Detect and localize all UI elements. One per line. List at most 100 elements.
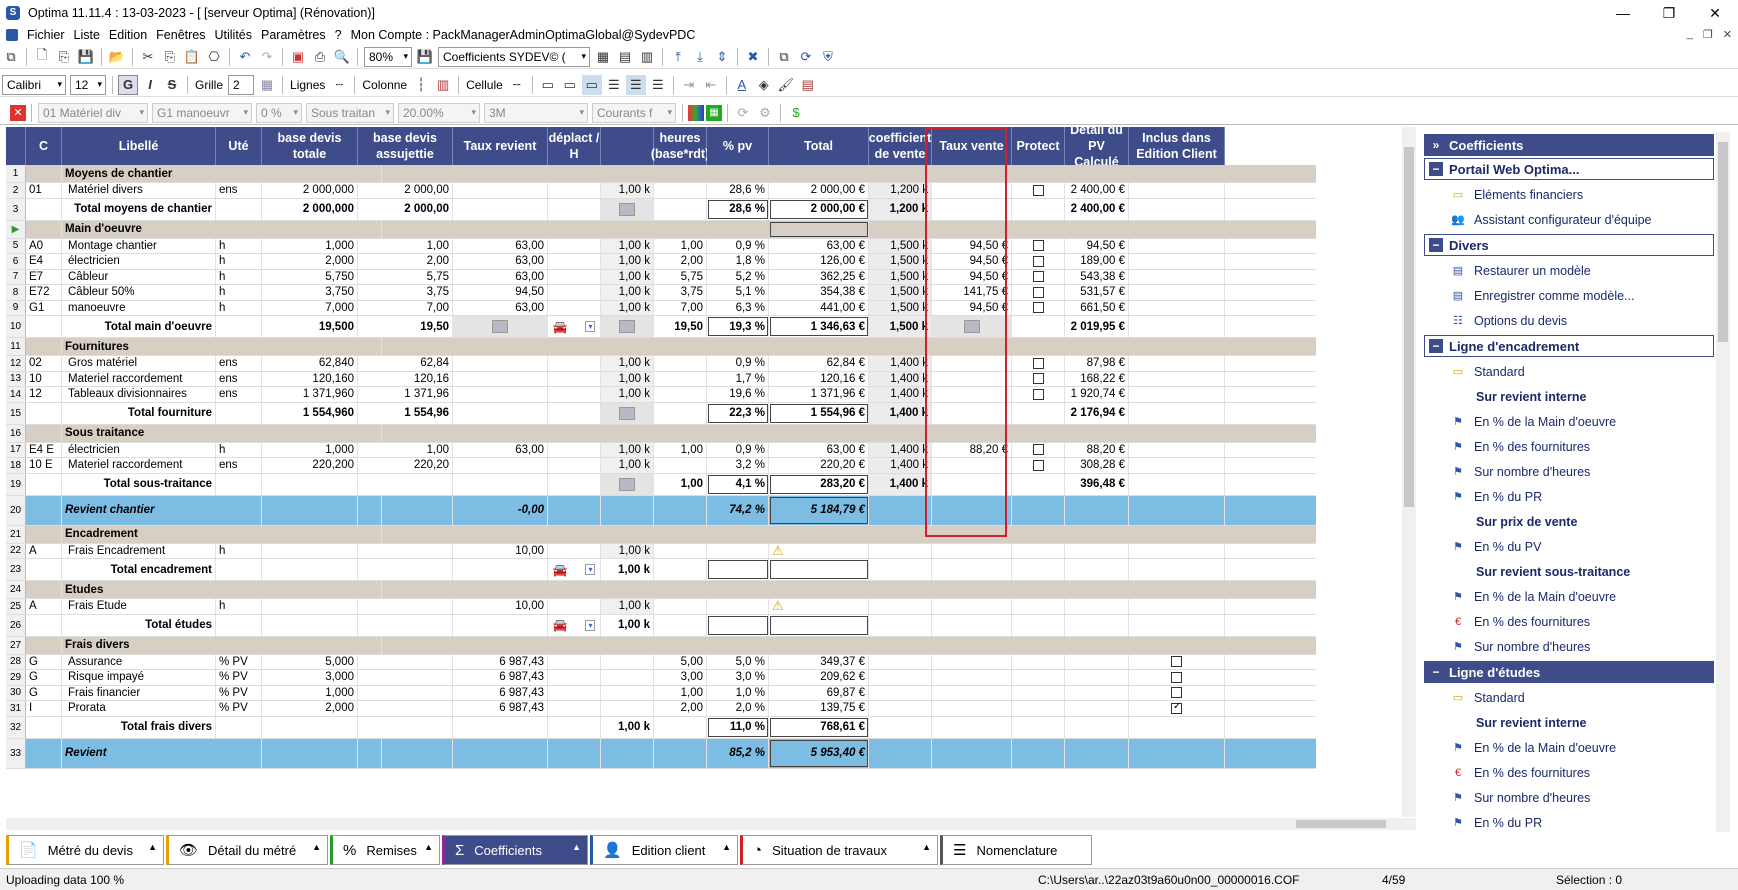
heures-cell[interactable] (654, 183, 707, 198)
tab-expand-icon[interactable]: ▲ (424, 842, 433, 852)
unit-cell[interactable]: % PV (216, 654, 262, 669)
heures-cell[interactable] (654, 614, 707, 636)
print-preview-icon[interactable]: 🔍 (332, 47, 352, 67)
panel-item[interactable]: ⚑ Sur nombre d'heures (1424, 785, 1714, 810)
taux-vente-cell[interactable] (932, 614, 1012, 636)
unit-cell[interactable]: ens (216, 371, 262, 386)
code-cell[interactable]: 02 (26, 356, 62, 371)
percent-pv-cell[interactable] (707, 599, 769, 614)
inclus-cell[interactable] (1129, 356, 1225, 371)
layout1-icon[interactable]: ▦ (593, 47, 613, 67)
k-cell[interactable] (601, 738, 654, 768)
car-icon[interactable]: 🚘 (553, 320, 568, 334)
windows-icon[interactable]: ⧉ (1, 47, 21, 67)
coefficient-cell[interactable]: 1,200 k (869, 198, 932, 220)
protect-cell[interactable] (1012, 670, 1065, 685)
heures-cell[interactable] (654, 371, 707, 386)
align-right-icon[interactable]: ☰ (648, 75, 668, 95)
k-cell[interactable]: 1,00 k (601, 599, 654, 614)
taux-revient-cell[interactable] (453, 316, 548, 337)
column-header[interactable]: déplact / H (548, 127, 601, 165)
font-select[interactable]: Calibri ▾ (2, 74, 66, 95)
column-header[interactable]: Taux revient (453, 127, 548, 165)
base-total-cell[interactable]: 2,000 (262, 701, 358, 716)
heures-cell[interactable]: 2,00 (654, 254, 707, 269)
open-folder-icon[interactable]: 📂 (107, 47, 127, 67)
base-assujettie-cell[interactable]: 220,20 (358, 458, 453, 473)
label-cell[interactable]: Moyens de chantier (62, 165, 382, 182)
percent-pv-cell[interactable]: 2,0 % (707, 701, 769, 716)
taux-vente-cell[interactable]: 94,50 € (932, 269, 1012, 284)
k-cell[interactable]: 1,00 k (601, 371, 654, 386)
heures-cell[interactable] (654, 402, 707, 424)
tab-situation-de-travaux[interactable]: ◔ Situation de travaux ▲ (740, 835, 938, 865)
shield-icon[interactable]: ⛨ (818, 47, 838, 67)
column-header[interactable]: Inclus dans Edition Client (1129, 127, 1225, 165)
pv-detail-cell[interactable] (1065, 495, 1129, 525)
inclus-cell[interactable] (1129, 495, 1225, 525)
label-cell[interactable]: Gros matériel (62, 356, 216, 371)
inclus-cell[interactable] (1129, 269, 1225, 284)
percent-pv-cell[interactable]: 19,3 % (707, 316, 769, 337)
taux-revient-cell[interactable] (453, 198, 548, 220)
protect-checkbox[interactable] (1032, 255, 1044, 267)
k-cell[interactable]: 1,00 k (601, 458, 654, 473)
taux-vente-cell[interactable] (932, 670, 1012, 685)
column-header[interactable]: Taux vente (932, 127, 1012, 165)
base-total-cell[interactable] (262, 716, 358, 738)
inclus-checkbox[interactable] (1171, 701, 1182, 714)
base-assujettie-cell[interactable] (358, 701, 453, 716)
taux-revient-cell[interactable]: 6 987,43 (453, 670, 548, 685)
unit-cell[interactable] (216, 198, 262, 220)
label-cell[interactable]: Matériel divers (62, 183, 216, 198)
taux-vente-cell[interactable] (932, 738, 1012, 768)
border2-icon[interactable]: ▭ (560, 75, 580, 95)
gear-disabled-icon[interactable]: ⚙ (755, 103, 775, 123)
code-cell[interactable]: I (26, 701, 62, 716)
taux-revient-cell[interactable] (453, 716, 548, 738)
taux-revient-cell[interactable]: 63,00 (453, 269, 548, 284)
label-cell[interactable]: Fournitures (62, 338, 382, 355)
coefficient-cell[interactable]: 1,500 k (869, 269, 932, 284)
protect-cell[interactable] (1012, 614, 1065, 636)
table-row[interactable]: 30 G Frais financier% PV 1,000 6 987,43 1,00 1… (6, 685, 1316, 701)
code-cell[interactable]: E4 E (26, 442, 62, 457)
protect-cell[interactable] (1012, 685, 1065, 700)
table-row[interactable]: 13 10 Materiel raccordement ens 120,160 120,1… (6, 371, 1316, 387)
code-cell[interactable] (26, 424, 62, 442)
taux-revient-cell[interactable] (453, 371, 548, 386)
heures-cell[interactable]: 1,00 (654, 442, 707, 457)
heures-cell[interactable] (654, 599, 707, 614)
dollar-icon[interactable]: $ (786, 103, 806, 123)
base-total-cell[interactable]: 2 000,000 (262, 183, 358, 198)
code-cell[interactable]: 01 (26, 183, 62, 198)
protect-cell[interactable] (1012, 559, 1065, 580)
total-cell[interactable]: 362,25 € (769, 269, 869, 284)
column-header[interactable]: Libellé (62, 127, 216, 165)
table-row[interactable]: 20 Revient chantier -0,00 74,2 % 5 184,79 € (6, 495, 1316, 526)
coefficient-cell[interactable] (869, 716, 932, 738)
pv-detail-cell[interactable] (1065, 654, 1129, 669)
label-cell[interactable]: Montage chantier (62, 238, 216, 253)
protect-cell[interactable] (1012, 387, 1065, 402)
deplacement-cell[interactable] (548, 238, 601, 253)
refresh-disabled-icon[interactable]: ⟳ (733, 103, 753, 123)
taux-vente-cell[interactable] (932, 559, 1012, 580)
base-assujettie-cell[interactable] (358, 670, 453, 685)
deplacement-cell[interactable] (548, 269, 601, 284)
deplacement-cell[interactable] (548, 701, 601, 716)
panel-item[interactable]: ⚑ En % des fournitures (1424, 434, 1714, 459)
rate-filter[interactable]: 20.00% ▾ (398, 102, 480, 123)
panel-item[interactable]: ⚑ En % de la Main d'oeuvre (1424, 409, 1714, 434)
deplacement-cell[interactable]: 🚘 ▾ (548, 559, 601, 580)
taux-vente-cell[interactable]: 94,50 € (932, 238, 1012, 253)
move-top-icon[interactable]: ⤒ (668, 47, 688, 67)
inclus-cell[interactable] (1129, 198, 1225, 220)
column-header[interactable]: coefficient de vente (869, 127, 932, 165)
code-cell[interactable] (26, 581, 62, 598)
code-cell[interactable]: G (26, 685, 62, 700)
base-total-cell[interactable]: 1,000 (262, 442, 358, 457)
taux-vente-cell[interactable] (932, 473, 1012, 495)
protect-checkbox[interactable] (1032, 444, 1044, 456)
collapse-icon[interactable]: − (1429, 238, 1443, 252)
